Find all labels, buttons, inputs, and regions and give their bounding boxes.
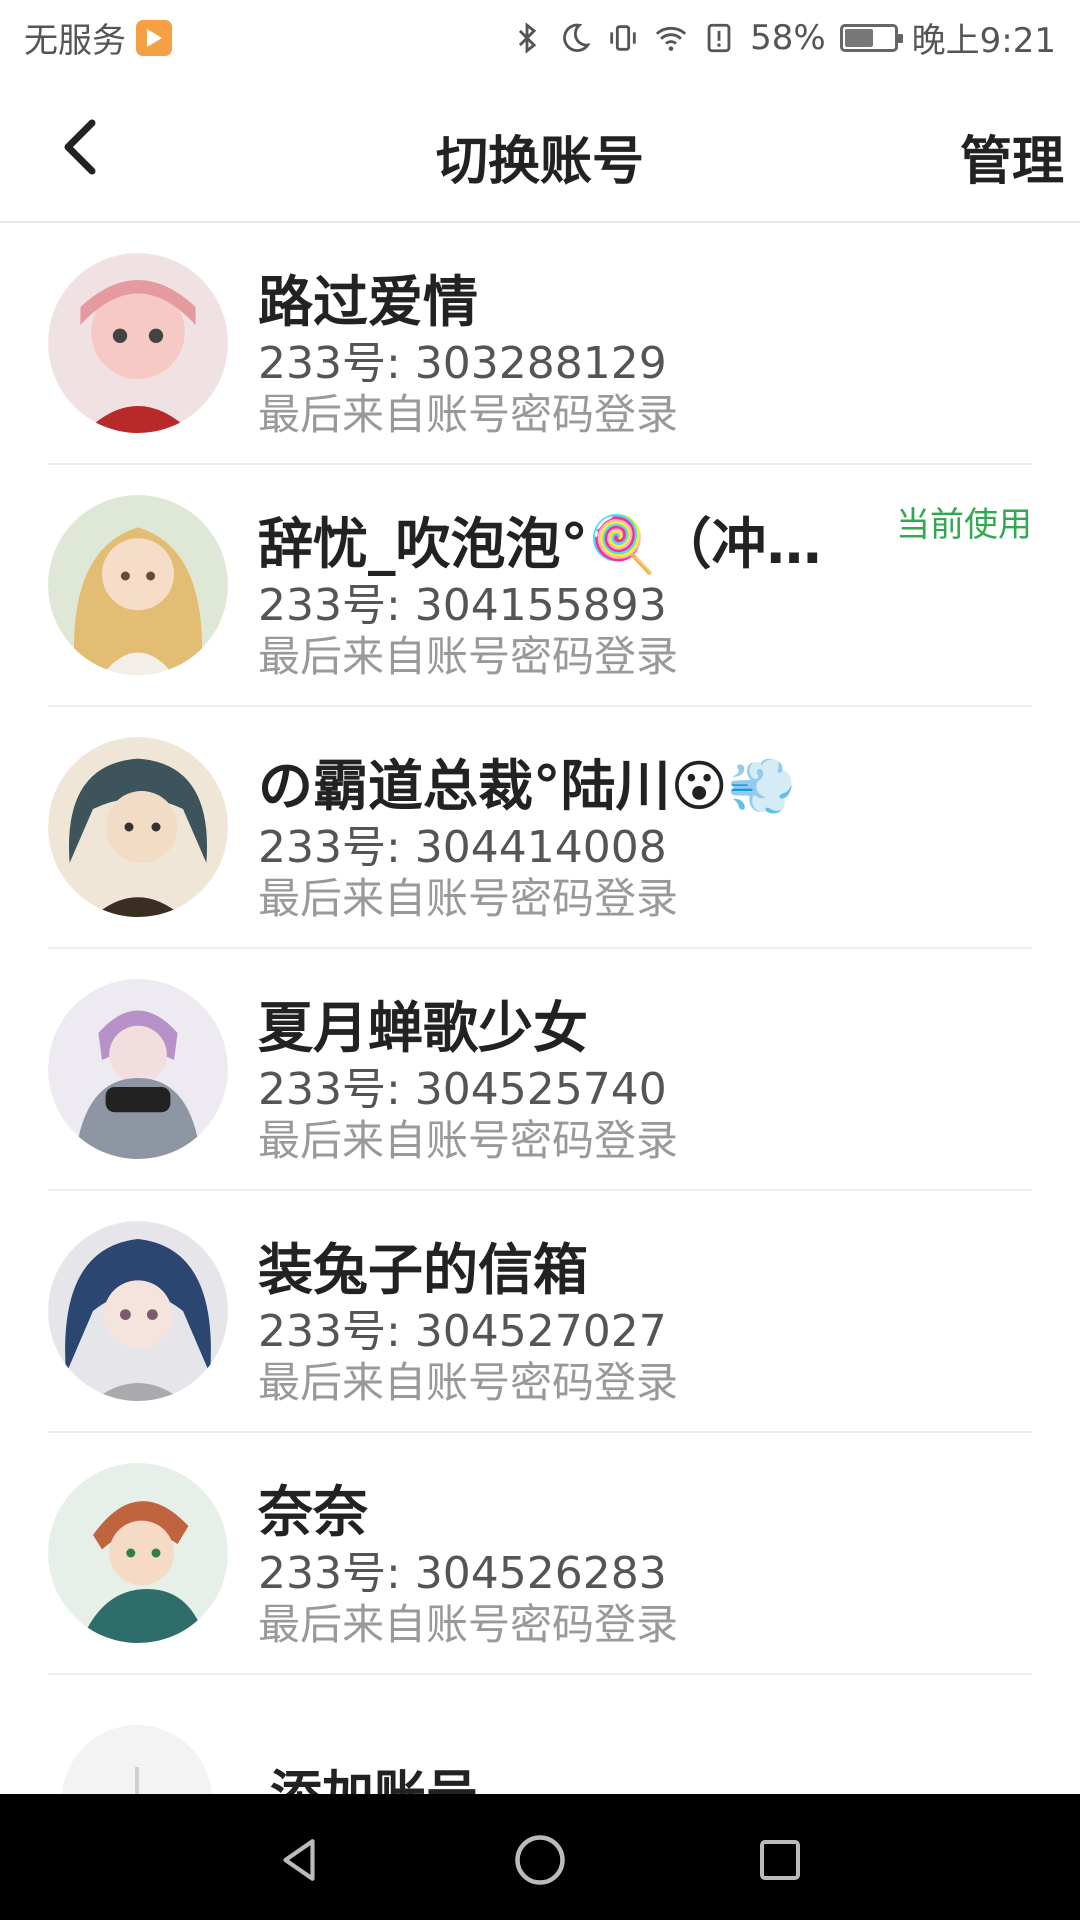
header: 切换账号 管理 xyxy=(0,75,1080,223)
battery-icon xyxy=(839,23,903,52)
status-left: 无服务 xyxy=(24,13,172,62)
login-method: 最后来自账号密码登录 xyxy=(258,1358,679,1407)
account-list: 路过爱情 233号: 303288129 最后来自账号密码登录 辞忧_吹泡泡°🍭… xyxy=(0,223,1080,1875)
avatar xyxy=(48,1463,228,1643)
time-text: 晚上9:21 xyxy=(911,21,1056,61)
battery-text: 58% xyxy=(750,17,826,58)
nav-back-button[interactable] xyxy=(260,1820,340,1900)
account-name: 辞忧_吹泡泡°🍭（冲… xyxy=(258,512,822,576)
account-item[interactable]: の霸道总裁°陆川😮💨 233号: 304414008 最后来自账号密码登录 xyxy=(0,707,1080,949)
alert-icon xyxy=(707,23,731,52)
circle-home-icon xyxy=(515,1835,565,1885)
account-name: 夏月蝉歌少女 xyxy=(258,996,589,1060)
vibrate-icon xyxy=(610,24,636,51)
bluetooth-icon xyxy=(518,21,537,54)
account-name: の霸道总裁°陆川😮💨 xyxy=(258,754,797,818)
status-right: 58% 晚上9:21 xyxy=(510,13,1056,62)
status-bar: 无服务 58% 晚上9:21 xyxy=(0,0,1080,75)
account-item[interactable]: 夏月蝉歌少女 233号: 304525740 最后来自账号密码登录 xyxy=(0,949,1080,1191)
nav-home-button[interactable] xyxy=(500,1820,580,1900)
avatar xyxy=(48,737,228,917)
page-title: 切换账号 xyxy=(435,132,644,192)
avatar xyxy=(48,495,228,675)
nav-recents-button[interactable] xyxy=(740,1820,820,1900)
add-account-row[interactable]: 添加账号 xyxy=(0,1675,1080,1875)
login-method: 最后来自账号密码登录 xyxy=(258,632,679,681)
current-use-tag: 当前使用 xyxy=(896,505,1032,545)
account-name: 路过爱情 xyxy=(258,270,479,334)
avatar xyxy=(48,979,228,1159)
account-item[interactable]: 奈奈 233号: 304526283 最后来自账号密码登录 xyxy=(0,1433,1080,1675)
wifi-icon xyxy=(655,26,687,51)
manage-button[interactable]: 管理 xyxy=(960,119,1064,194)
square-recents-icon xyxy=(760,1840,800,1880)
account-item[interactable]: 辞忧_吹泡泡°🍭（冲… 233号: 304155893 最后来自账号密码登录 当… xyxy=(0,465,1080,707)
avatar xyxy=(48,1221,228,1401)
account-item[interactable]: 路过爱情 233号: 303288129 最后来自账号密码登录 xyxy=(0,223,1080,465)
video-app-icon xyxy=(136,19,172,56)
login-method: 最后来自账号密码登录 xyxy=(258,390,679,439)
account-item[interactable]: 装兔子的信箱 233号: 304527027 最后来自账号密码登录 xyxy=(0,1191,1080,1433)
avatar xyxy=(48,253,228,433)
login-method: 最后来自账号密码登录 xyxy=(258,874,679,923)
moon-icon xyxy=(563,23,591,52)
carrier-text: 无服务 xyxy=(24,21,126,61)
triangle-back-icon xyxy=(283,1839,315,1881)
account-name: 奈奈 xyxy=(258,1480,369,1544)
account-name: 装兔子的信箱 xyxy=(258,1238,589,1302)
nav-bar xyxy=(0,1794,1080,1920)
login-method: 最后来自账号密码登录 xyxy=(258,1116,679,1165)
login-method: 最后来自账号密码登录 xyxy=(258,1600,679,1649)
